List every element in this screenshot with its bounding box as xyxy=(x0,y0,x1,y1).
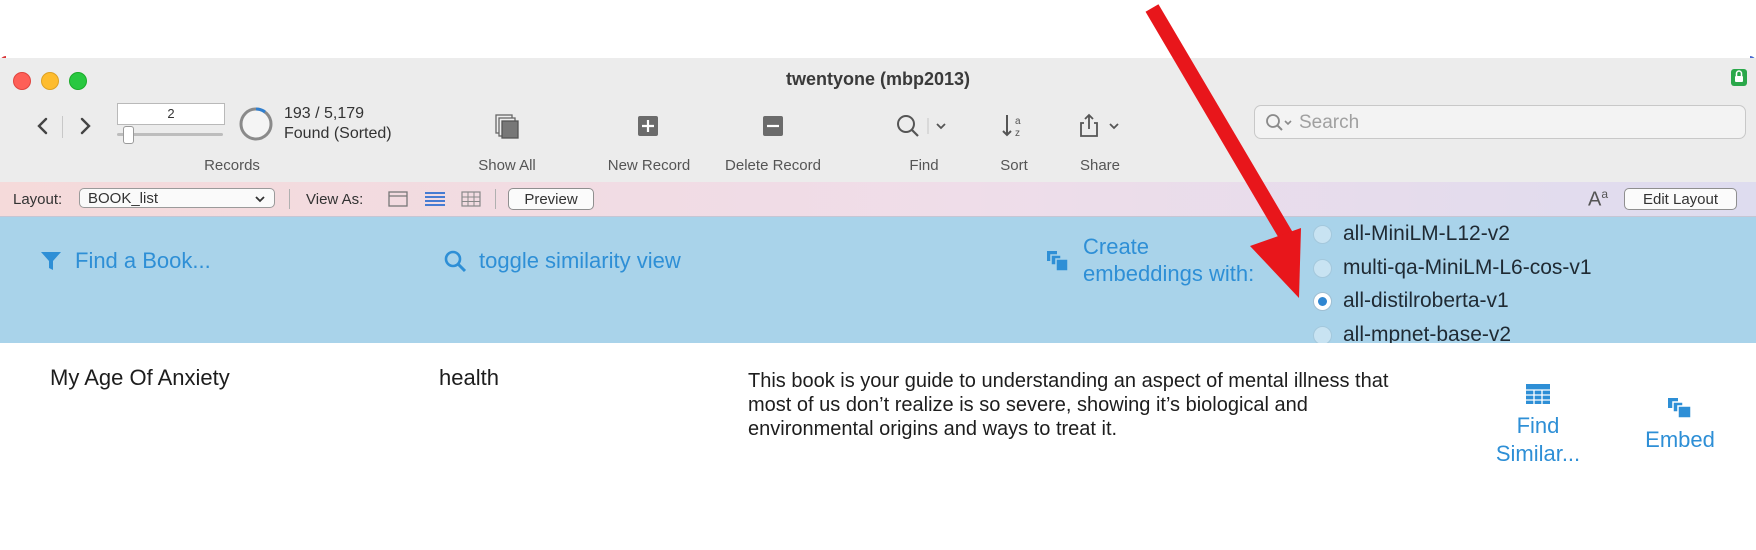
red-arrow-icon xyxy=(1145,4,1301,298)
